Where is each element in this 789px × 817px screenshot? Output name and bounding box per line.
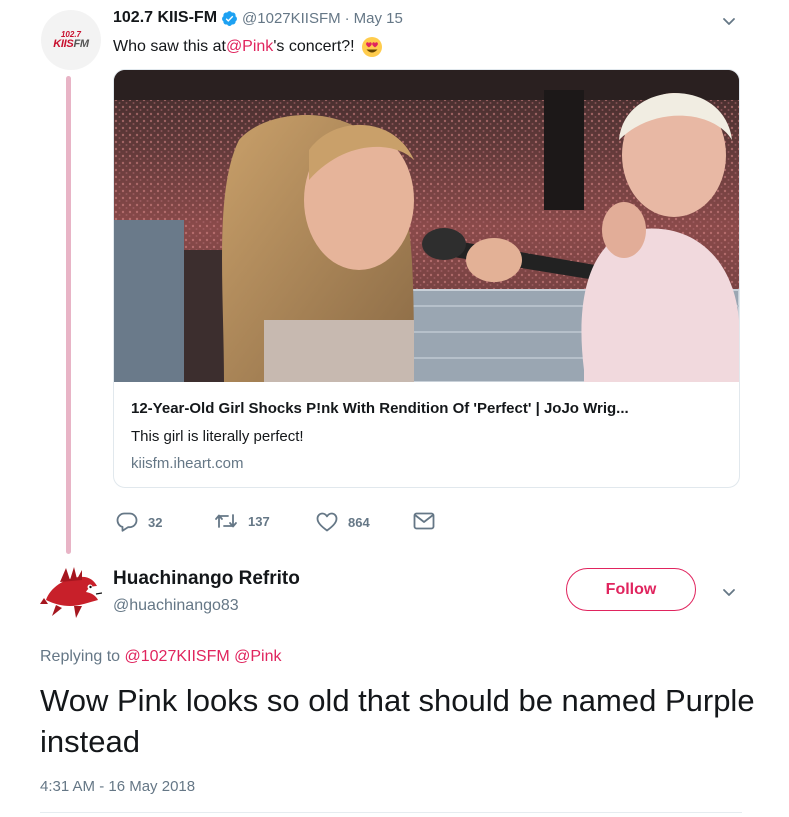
reply-action[interactable]: 32	[116, 512, 162, 532]
verified-badge-icon	[221, 10, 238, 27]
reply-icon	[116, 512, 138, 532]
replying-to-line: Replying to @1027KIISFM @Pink	[40, 648, 282, 666]
direct-message-action[interactable]	[413, 512, 445, 530]
parent-tweet-text: Who saw this at @Pink's concert?!	[113, 36, 383, 58]
reply-count: 32	[148, 514, 163, 530]
parent-date[interactable]: May 15	[354, 10, 403, 27]
avatar-logo-main: KIISFM	[53, 38, 89, 50]
follow-button[interactable]: Follow	[566, 568, 696, 611]
replying-to-prefix: Replying to	[40, 648, 125, 665]
parent-handle[interactable]: @1027KIISFM	[242, 10, 341, 27]
chevron-down-icon[interactable]	[720, 12, 738, 35]
mention-link[interactable]: @Pink	[226, 38, 273, 56]
card-description: This girl is literally perfect!	[131, 428, 304, 445]
thread-connector-line	[66, 76, 71, 554]
link-card[interactable]: 12-Year-Old Girl Shocks P!nk With Rendit…	[113, 69, 740, 488]
header-separator: ·	[344, 9, 350, 27]
card-image-concert-photo[interactable]	[114, 70, 739, 382]
like-count: 864	[348, 514, 370, 530]
card-domain: kiisfm.iheart.com	[131, 455, 244, 472]
tweet-text-before: Who saw this at	[113, 38, 226, 55]
chevron-down-icon[interactable]	[720, 583, 738, 606]
heart-icon	[316, 512, 338, 532]
huachinango-avatar[interactable]	[40, 560, 103, 622]
heart-eyes-emoji-icon	[361, 36, 383, 58]
retweet-icon	[215, 514, 237, 528]
parent-display-name[interactable]: 102.7 KIIS-FM	[113, 9, 217, 27]
reply-timestamp[interactable]: 4:31 AM - 16 May 2018	[40, 778, 195, 795]
parent-tweet-header: 102.7 KIIS-FM @1027KIISFM · May 15	[113, 9, 403, 27]
tweet-text-after: 's concert?!	[273, 38, 355, 55]
like-action[interactable]: 864	[316, 512, 370, 532]
reply-display-name[interactable]: Huachinango Refrito	[113, 568, 300, 590]
replying-mention-kiisfm[interactable]: @1027KIISFM	[125, 648, 230, 665]
envelope-icon	[413, 512, 435, 530]
retweet-count: 137	[248, 513, 270, 529]
divider	[40, 812, 742, 813]
reply-handle[interactable]: @huachinango83	[113, 597, 239, 615]
replying-mention-pink[interactable]: @Pink	[234, 648, 281, 665]
kiis-fm-avatar[interactable]: 102.7 KIISFM	[41, 10, 101, 70]
reply-tweet-text: Wow Pink looks so old that should be nam…	[40, 683, 755, 759]
retweet-action[interactable]: 137	[214, 512, 270, 530]
card-title[interactable]: 12-Year-Old Girl Shocks P!nk With Rendit…	[131, 400, 726, 417]
